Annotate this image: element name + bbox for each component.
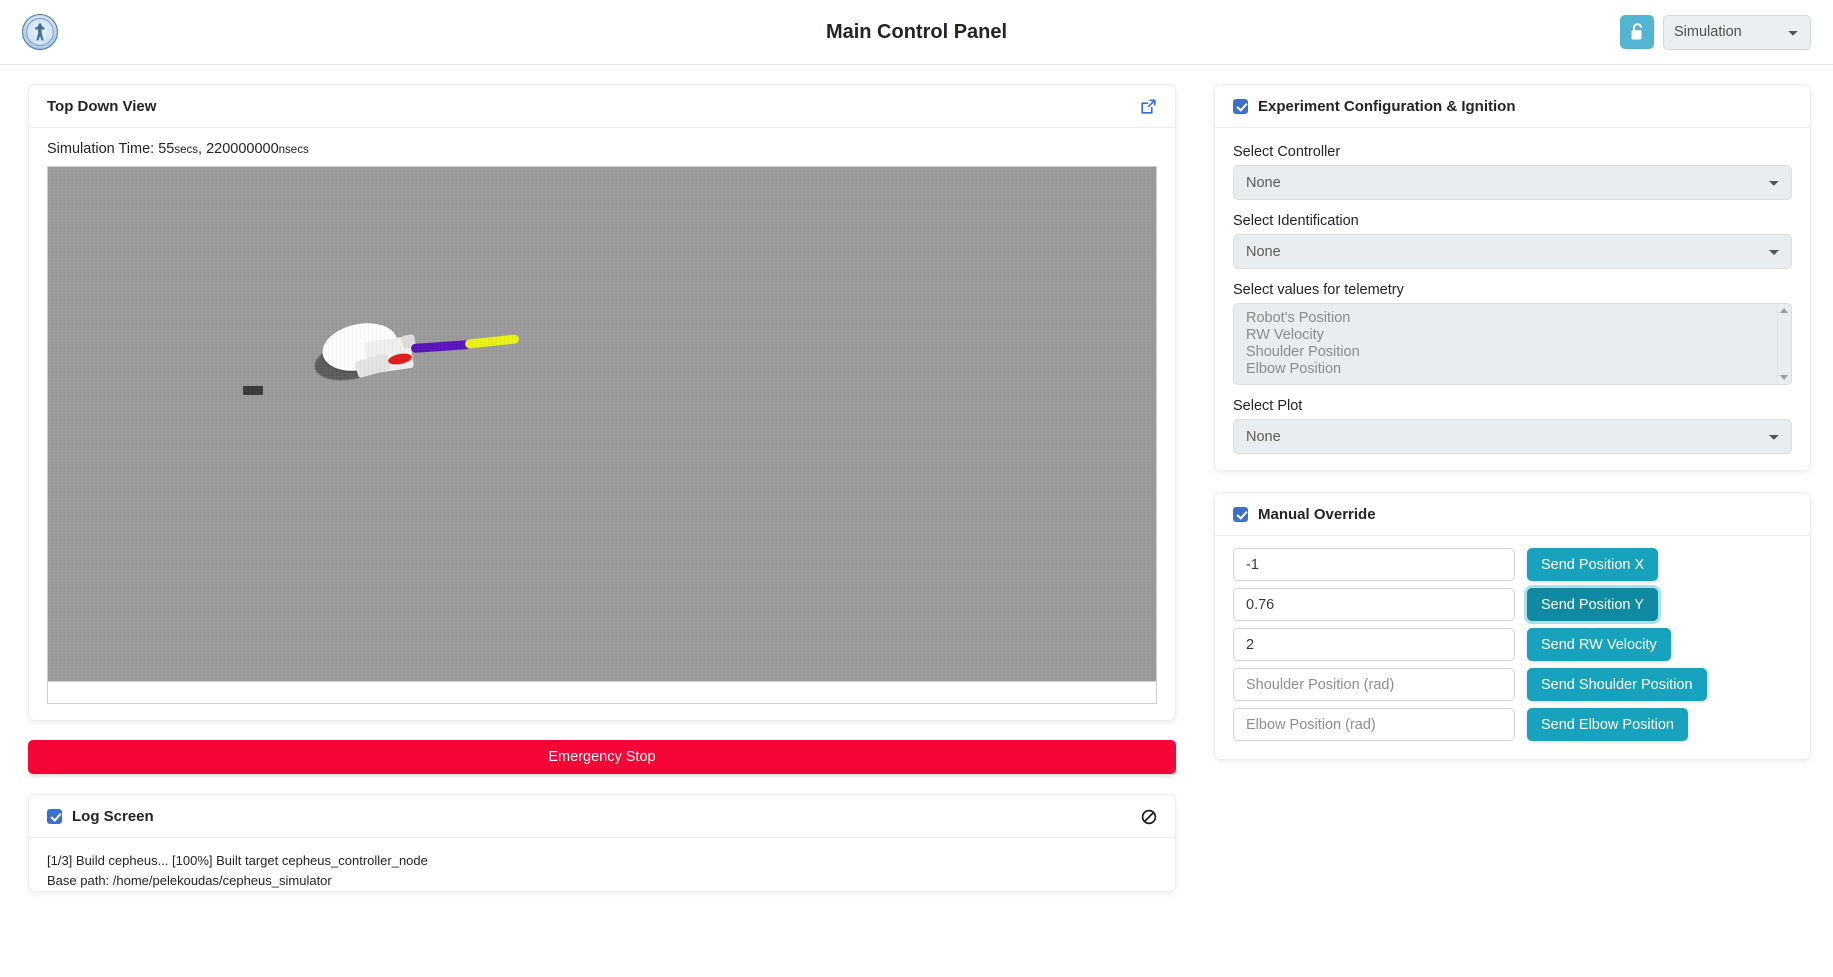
scroll-up-icon[interactable] (1780, 308, 1788, 313)
external-link-icon[interactable] (1140, 98, 1157, 115)
page-content: Top Down View Simulation Time: 55secs, 2… (0, 65, 1833, 977)
log-screen-card: Log Screen [1/3] Build cepheus... [100%]… (28, 794, 1176, 893)
simulation-time-secs: 55 (158, 141, 175, 157)
manual-override-card: Manual Override Send Position X Send Pos… (1214, 492, 1811, 760)
institution-seal-icon (22, 14, 58, 50)
send-rw-velocity-button[interactable]: Send RW Velocity (1527, 628, 1671, 661)
position-x-input[interactable] (1233, 548, 1515, 581)
ban-clear-icon[interactable] (1141, 809, 1157, 825)
manual-override-header: Manual Override (1215, 493, 1810, 536)
telemetry-item[interactable]: Robot's Position (1246, 310, 1791, 327)
target-object (243, 386, 263, 395)
experiment-config-header: Experiment Configuration & Ignition (1215, 85, 1810, 128)
top-navbar: Main Control Panel Simulation (0, 0, 1833, 65)
manual-override-row: Send Position X (1233, 548, 1792, 581)
top-down-view-body: Simulation Time: 55secs, 220000000nsecs (29, 128, 1175, 720)
mode-select[interactable]: Simulation (1663, 14, 1811, 50)
rw-velocity-input[interactable] (1233, 628, 1515, 661)
telemetry-item[interactable]: Shoulder Position (1246, 344, 1791, 361)
simulation-time-secs-unit: secs (174, 144, 199, 156)
manual-override-row: Send Elbow Position (1233, 708, 1792, 741)
telemetry-scrollbar[interactable] (1777, 305, 1790, 383)
experiment-config-body: Select Controller None Select Identifica… (1215, 128, 1810, 470)
select-identification[interactable]: None (1233, 234, 1792, 269)
select-plot-label: Select Plot (1233, 398, 1303, 414)
experiment-config-title: Experiment Configuration & Ignition (1258, 98, 1516, 115)
log-line: [1/3] Build cepheus... [100%] Built targ… (47, 853, 428, 868)
send-position-x-button[interactable]: Send Position X (1527, 548, 1659, 581)
top-down-view-title: Top Down View (47, 98, 157, 115)
simulation-scene[interactable] (48, 167, 1156, 683)
simulation-viewport[interactable] (47, 166, 1157, 704)
unlock-icon (1631, 23, 1642, 40)
select-plot[interactable]: None (1233, 419, 1792, 454)
experiment-config-card: Experiment Configuration & Ignition Sele… (1214, 84, 1811, 471)
send-elbow-position-button[interactable]: Send Elbow Position (1527, 708, 1688, 741)
elbow-position-input[interactable] (1233, 708, 1515, 741)
navbar-right-group: Simulation (1620, 14, 1811, 50)
select-controller-label: Select Controller (1233, 144, 1341, 160)
simulation-time: Simulation Time: 55secs, 220000000nsecs (47, 141, 1157, 157)
manual-override-row: Send Shoulder Position (1233, 668, 1792, 701)
emergency-stop-button[interactable]: Emergency Stop (28, 740, 1176, 774)
log-screen-checkbox[interactable] (47, 809, 62, 824)
select-controller[interactable]: None (1233, 165, 1792, 200)
left-column: Top Down View Simulation Time: 55secs, 2… (28, 84, 1176, 977)
manual-override-body: Send Position X Send Position Y Send RW … (1215, 536, 1810, 759)
page-title: Main Control Panel (825, 20, 1008, 43)
select-identification-label: Select Identification (1233, 213, 1359, 229)
robot-upper-arm-link (410, 339, 472, 354)
log-screen-header: Log Screen (29, 795, 1175, 838)
manual-override-row: Send Position Y (1233, 588, 1792, 621)
scroll-down-icon[interactable] (1780, 375, 1788, 380)
position-y-input[interactable] (1233, 588, 1515, 621)
send-position-y-button[interactable]: Send Position Y (1527, 588, 1658, 621)
simulation-time-label: Simulation Time: (47, 141, 155, 157)
shoulder-position-input[interactable] (1233, 668, 1515, 701)
experiment-config-checkbox[interactable] (1233, 99, 1248, 114)
manual-override-checkbox[interactable] (1233, 507, 1248, 522)
right-column: Experiment Configuration & Ignition Sele… (1214, 84, 1811, 977)
top-down-view-card: Top Down View Simulation Time: 55secs, 2… (28, 84, 1176, 721)
unlock-icon-button[interactable] (1620, 15, 1654, 49)
robot-forearm-link (464, 334, 520, 349)
telemetry-label: Select values for telemetry (1233, 282, 1404, 298)
telemetry-listbox[interactable]: Robot's Position RW Velocity Shoulder Po… (1233, 303, 1792, 385)
manual-override-title: Manual Override (1258, 506, 1376, 523)
simulation-time-nsecs-unit: nsecs (278, 144, 309, 156)
robot-model (310, 313, 520, 393)
viewport-status-bar (48, 681, 1156, 703)
manual-override-row: Send RW Velocity (1233, 628, 1792, 661)
telemetry-item[interactable]: RW Velocity (1246, 327, 1791, 344)
simulation-time-nsecs: 220000000 (206, 141, 279, 157)
send-shoulder-position-button[interactable]: Send Shoulder Position (1527, 668, 1707, 701)
simulation-time-separator: , (198, 141, 203, 157)
log-screen-body[interactable]: [1/3] Build cepheus... [100%] Built targ… (29, 838, 1175, 891)
telemetry-item[interactable]: Elbow Position (1246, 361, 1791, 378)
log-screen-title: Log Screen (72, 808, 154, 825)
log-line: Base path: /home/pelekoudas/cepheus_simu… (47, 873, 332, 889)
top-down-view-header: Top Down View (29, 85, 1175, 128)
